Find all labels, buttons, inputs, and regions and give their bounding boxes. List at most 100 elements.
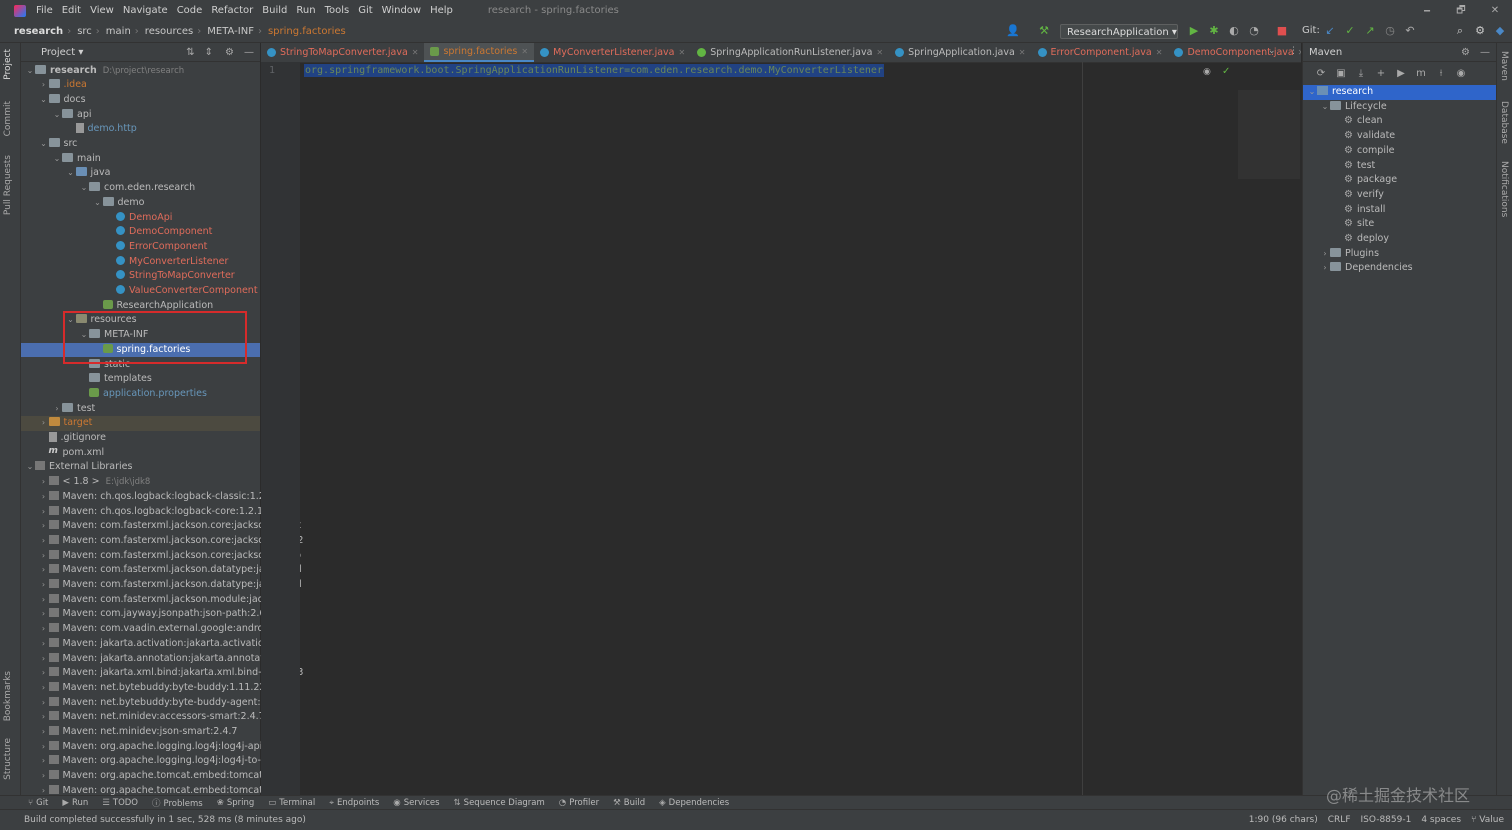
menu-build[interactable]: Build: [262, 5, 287, 16]
chevron-down-icon[interactable]: ⌄: [79, 181, 89, 196]
chevron-right-icon[interactable]: ›: [39, 549, 49, 564]
minimize-icon[interactable]: 🗕: [1410, 0, 1444, 21]
close-tab-icon[interactable]: ✕: [1298, 48, 1301, 57]
chevron-right-icon[interactable]: ›: [39, 637, 49, 652]
chevron-down-icon[interactable]: ⌄: [25, 460, 35, 475]
chevron-down-icon[interactable]: ⌄: [25, 64, 35, 79]
chevron-down-icon[interactable]: ⌄: [52, 152, 62, 167]
tool-window-problems[interactable]: ⓘ Problems: [152, 797, 203, 809]
close-tab-icon[interactable]: ✕: [412, 48, 419, 57]
chevron-right-icon[interactable]: ›: [39, 725, 49, 740]
chevron-right-icon[interactable]: ›: [39, 666, 49, 681]
tree-row[interactable]: ⌄ com.eden.research: [21, 181, 260, 196]
chevron-right-icon[interactable]: ›: [39, 490, 49, 505]
stripe-maven[interactable]: Maven: [1499, 51, 1509, 81]
chevron-down-icon[interactable]: ⌄: [52, 108, 62, 123]
tree-row[interactable]: ⌄ java: [21, 166, 260, 181]
breadcrumb-item[interactable]: research: [0, 26, 67, 37]
tool-window-sequence-diagram[interactable]: ⇅ Sequence Diagram: [454, 798, 545, 808]
reader-mode-icon[interactable]: ◉: [1203, 67, 1211, 77]
close-tab-icon[interactable]: ✕: [876, 48, 883, 57]
chevron-down-icon[interactable]: ⌄: [39, 93, 49, 108]
tree-row[interactable]: › Maven: net.bytebuddy:byte-buddy-agent:1…: [21, 696, 297, 711]
tree-row[interactable]: › Maven: com.fasterxml.jackson.module:jac…: [21, 593, 298, 608]
tree-row[interactable]: DemoComponent: [21, 225, 260, 240]
tree-row[interactable]: › target: [21, 416, 260, 431]
maven-tree-row[interactable]: ⚙ clean: [1303, 114, 1496, 129]
expand-collapse-icon[interactable]: ⇅: [186, 47, 194, 58]
build-hammer-icon[interactable]: ⚒: [1038, 25, 1050, 37]
tree-row[interactable]: › Maven: org.apache.logging.log4j:log4j-t…: [21, 754, 299, 769]
editor-tab[interactable]: MyConverterListener.java ✕: [534, 43, 691, 62]
stripe-pull-requests[interactable]: Pull Requests: [3, 155, 13, 215]
chevron-down-icon[interactable]: ⌄: [66, 166, 76, 181]
tree-row[interactable]: ResearchApplication: [21, 299, 260, 314]
profile-icon[interactable]: ◔: [1248, 25, 1260, 37]
maven-tree-row[interactable]: ⚙ compile: [1303, 144, 1496, 159]
maven-goal-icon[interactable]: m: [1411, 68, 1431, 79]
stop-icon[interactable]: ■: [1276, 25, 1288, 37]
tree-row[interactable]: › Maven: net.minidev:accessors-smart:2.4.…: [21, 710, 265, 725]
chevron-down-icon[interactable]: ⌄: [1320, 100, 1330, 115]
settings-gear-icon[interactable]: ⚙: [1474, 25, 1486, 37]
stripe-project[interactable]: Project: [3, 49, 13, 80]
chevron-right-icon[interactable]: ›: [39, 505, 49, 520]
tree-row[interactable]: ValueConverterComponent: [21, 284, 260, 299]
menu-window[interactable]: Window: [382, 5, 421, 16]
editor-tab[interactable]: spring.factories ✕: [424, 43, 535, 62]
chevron-right-icon[interactable]: ›: [39, 534, 49, 549]
maven-tree-row[interactable]: ⚙ site: [1303, 217, 1496, 232]
chevron-right-icon[interactable]: ›: [39, 519, 49, 534]
editor-tab[interactable]: SpringApplication.java ✕: [889, 43, 1031, 62]
tree-row[interactable]: ⌄ META-INF: [21, 328, 260, 343]
breadcrumb-item[interactable]: main: [100, 26, 135, 37]
tool-window-todo[interactable]: ☰ TODO: [102, 798, 138, 808]
chevron-right-icon[interactable]: ›: [1320, 261, 1330, 276]
git-branch[interactable]: ⑂ Value: [1471, 815, 1504, 825]
tree-row[interactable]: ErrorComponent: [21, 240, 260, 255]
add-icon[interactable]: +: [1371, 68, 1391, 79]
editor-tab[interactable]: SpringApplicationRunListener.java ✕: [691, 43, 889, 62]
chevron-right-icon[interactable]: ›: [39, 607, 49, 622]
tree-row[interactable]: demo.http: [21, 122, 260, 137]
indent-setting[interactable]: 4 spaces: [1421, 815, 1461, 825]
chevron-down-icon[interactable]: ⌄: [79, 328, 89, 343]
tree-row[interactable]: static: [21, 358, 260, 373]
tree-row[interactable]: .gitignore: [21, 431, 260, 446]
chevron-down-icon[interactable]: ⌄: [93, 196, 103, 211]
stripe-structure[interactable]: Structure: [3, 738, 13, 780]
tree-row[interactable]: m pom.xml: [21, 446, 260, 461]
menu-tools[interactable]: Tools: [325, 5, 350, 16]
stripe-database[interactable]: Database: [1499, 101, 1509, 144]
tree-row[interactable]: ⌄ src: [21, 137, 260, 152]
tool-window-run[interactable]: ▶ Run: [62, 798, 88, 808]
file-encoding[interactable]: ISO-8859-1: [1361, 815, 1412, 825]
menu-refactor[interactable]: Refactor: [211, 5, 253, 16]
breadcrumb-item[interactable]: spring.factories: [262, 26, 350, 37]
hide-panel-icon[interactable]: —: [244, 47, 254, 58]
tree-row[interactable]: › Maven: ch.qos.logback:logback-classic:1…: [21, 490, 280, 505]
chevron-right-icon[interactable]: ›: [39, 416, 49, 431]
run-icon[interactable]: ▶: [1391, 68, 1411, 79]
tree-row[interactable]: › Maven: jakarta.annotation:jakarta.annot…: [21, 652, 296, 667]
tool-window-terminal[interactable]: ▭ Terminal: [268, 798, 315, 808]
chevron-right-icon[interactable]: ›: [39, 475, 49, 490]
tree-row[interactable]: › test: [21, 402, 260, 417]
tree-row[interactable]: › Maven: com.vaadin.external.google:andro…: [21, 622, 295, 637]
stripe-notifications[interactable]: Notifications: [1499, 161, 1509, 217]
chevron-right-icon[interactable]: ›: [39, 696, 49, 711]
breadcrumb-item[interactable]: META-INF: [201, 26, 258, 37]
maven-hide-icon[interactable]: —: [1480, 47, 1490, 58]
chevron-right-icon[interactable]: ›: [39, 652, 49, 667]
toggle-offline-icon[interactable]: ⟊: [1431, 68, 1451, 79]
maven-tree-row[interactable]: ⚙ validate: [1303, 129, 1496, 144]
maven-settings-icon[interactable]: ⚙: [1461, 47, 1470, 58]
user-icon[interactable]: 👤: [1006, 25, 1020, 37]
tree-row[interactable]: › Maven: org.apache.logging.log4j:log4j-a…: [21, 740, 296, 755]
show-dependencies-icon[interactable]: ◉: [1451, 68, 1471, 79]
tree-row[interactable]: ⌄ api: [21, 108, 260, 123]
restore-icon[interactable]: 🗗: [1444, 0, 1478, 21]
tree-row[interactable]: ⌄ demo: [21, 196, 260, 211]
tree-row[interactable]: ⌄ research D:\project\research: [21, 64, 260, 79]
chevron-right-icon[interactable]: ›: [39, 681, 49, 696]
